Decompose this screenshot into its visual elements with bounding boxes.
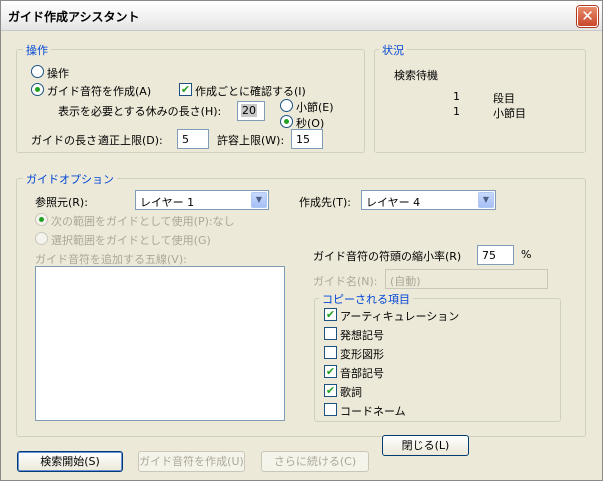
expression-label: 発想記号: [340, 329, 384, 342]
radio-bar-label: 小節(E): [296, 101, 334, 114]
radio-selected-range[interactable]: [35, 232, 48, 245]
dialog-window: ガイド作成アシスタント ✕ 操作 操作 ガイド音符を作成(A) ✔ 作成ごとに確…: [0, 0, 603, 481]
operation-legend: 操作: [23, 42, 51, 58]
destination-select[interactable]: レイヤー 4 ▼: [361, 190, 496, 210]
guide-options-legend: ガイドオプション: [23, 171, 117, 187]
upper-limit-label: 適正上限(D):: [98, 134, 163, 147]
radio-selected-range-label: 選択範囲をガイドとして使用(G): [51, 234, 211, 247]
confirm-each-checkbox[interactable]: ✔: [179, 83, 192, 96]
status-legend: 状況: [379, 42, 407, 58]
radio-create-guide[interactable]: [31, 83, 44, 96]
clef-label: 音部記号: [340, 367, 384, 380]
status-staff-number: 1: [453, 90, 460, 103]
radio-next-range[interactable]: [35, 213, 48, 226]
clef-checkbox[interactable]: ✔: [324, 365, 337, 378]
guide-name-label: ガイド名(N):: [313, 275, 378, 288]
shape-label: 変形図形: [340, 348, 384, 361]
chord-label: コードネーム: [340, 405, 406, 418]
chevron-down-icon: ▼: [478, 192, 494, 208]
shape-checkbox[interactable]: [324, 346, 337, 359]
rest-length-input[interactable]: 20: [237, 101, 265, 121]
guide-name-input[interactable]: (自動): [385, 269, 548, 289]
close-window-button[interactable]: ✕: [577, 6, 598, 27]
allow-limit-label: 許容上限(W):: [217, 134, 285, 147]
head-scale-unit: %: [521, 248, 532, 261]
radio-bar[interactable]: [280, 99, 293, 112]
status-measure-label: 小節目: [493, 107, 526, 120]
chevron-down-icon: ▼: [251, 192, 267, 208]
copied-items-legend: コピーされる項目: [319, 291, 413, 307]
status-group: [374, 49, 586, 153]
close-button[interactable]: 閉じる(L): [382, 435, 469, 456]
continue-button[interactable]: さらに続ける(C): [261, 451, 369, 472]
create-guide-button[interactable]: ガイド音符を作成(U): [138, 451, 245, 472]
staff-list-label: ガイド音符を追加する五線(V):: [35, 253, 187, 266]
lyrics-label: 歌詞: [340, 386, 362, 399]
upper-limit-input[interactable]: 5: [177, 129, 209, 149]
reference-label: 参照元(R):: [35, 196, 88, 209]
head-scale-label: ガイド音符の符頭の縮小率(R): [313, 250, 462, 263]
allow-limit-input[interactable]: 15: [291, 129, 323, 149]
head-scale-input[interactable]: 75: [477, 245, 514, 265]
status-state: 検索待機: [394, 69, 438, 82]
radio-create-guide-label: ガイド音符を作成(A): [47, 85, 152, 98]
title-bar: ガイド作成アシスタント ✕: [1, 1, 602, 31]
reference-select[interactable]: レイヤー 1 ▼: [135, 190, 269, 210]
expression-checkbox[interactable]: [324, 327, 337, 340]
radio-operation[interactable]: [31, 65, 44, 78]
radio-seconds[interactable]: [280, 115, 293, 128]
rest-length-label: 表示を必要とする休みの長さ(H):: [58, 105, 222, 118]
radio-next-range-label: 次の範囲をガイドとして使用(P):なし: [51, 215, 235, 228]
search-start-button[interactable]: 検索開始(S): [17, 451, 123, 472]
articulation-checkbox[interactable]: ✔: [324, 308, 337, 321]
window-title: ガイド作成アシスタント: [8, 10, 140, 24]
status-measure-number: 1: [453, 105, 460, 118]
staff-listbox[interactable]: [35, 266, 285, 421]
chord-checkbox[interactable]: [324, 403, 337, 416]
destination-label: 作成先(T):: [299, 196, 352, 209]
radio-operation-label: 操作: [47, 67, 69, 80]
status-staff-label: 段目: [493, 92, 515, 105]
lyrics-checkbox[interactable]: ✔: [324, 384, 337, 397]
confirm-each-label: 作成ごとに確認する(I): [195, 85, 306, 98]
articulation-label: アーティキュレーション: [340, 310, 460, 323]
guide-length-label: ガイドの長さ: [31, 134, 97, 147]
